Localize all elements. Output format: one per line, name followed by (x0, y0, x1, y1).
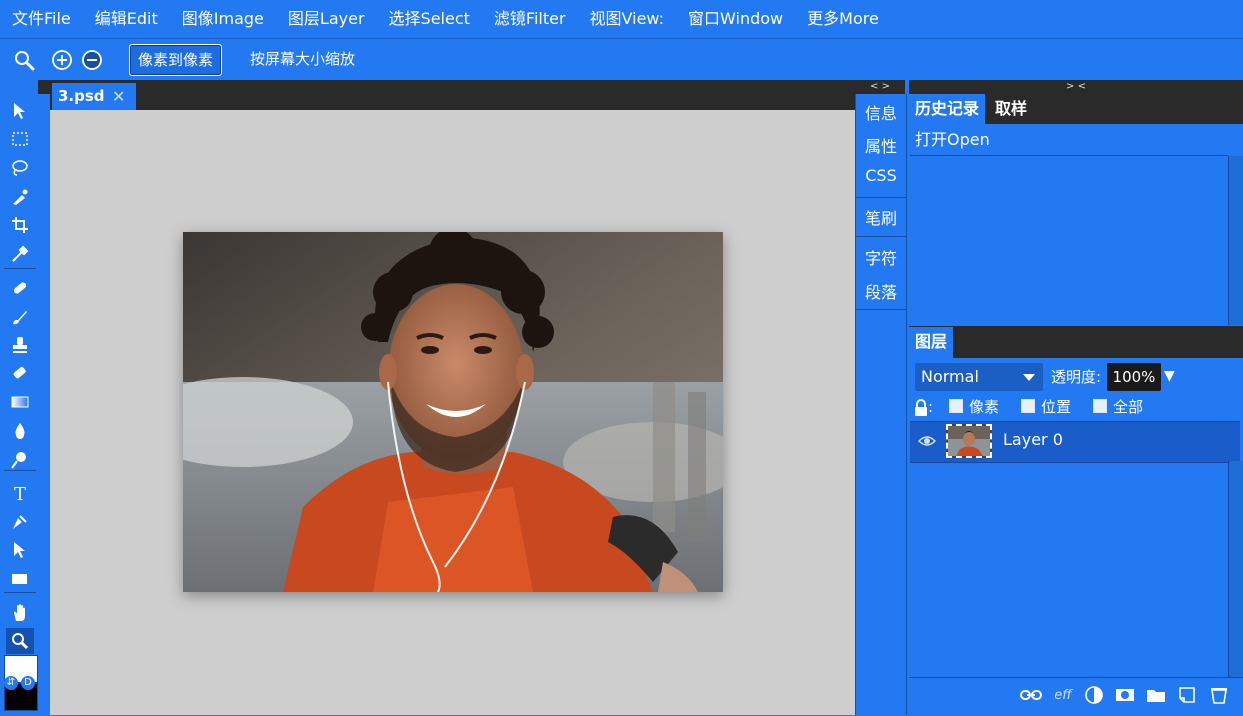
search-icon (15, 51, 35, 71)
middle-panel-toggle[interactable]: < > (855, 80, 905, 94)
document-tab-bar (50, 80, 855, 110)
lock-position-checkbox[interactable]: 位置 (1021, 396, 1071, 418)
menu-filter[interactable]: 滤镜Filter (482, 0, 578, 38)
trash-icon[interactable] (1208, 685, 1230, 705)
stamp-icon[interactable] (6, 332, 34, 358)
layer-thumbnail-image (948, 426, 990, 456)
zoom-in-icon[interactable] (51, 49, 73, 71)
divider (856, 309, 906, 310)
toolbar-divider (4, 470, 36, 471)
move-icon[interactable] (6, 98, 34, 124)
toolbar-divider (4, 268, 36, 269)
paragraph-panel-button[interactable]: 段落 (856, 279, 906, 303)
close-icon[interactable]: ✕ (112, 83, 125, 110)
blur-icon[interactable] (6, 418, 34, 444)
lock-icon (915, 398, 927, 416)
layer-mask-icon[interactable] (1114, 685, 1136, 705)
history-scrollbar[interactable] (1228, 156, 1243, 325)
adjustment-layer-icon[interactable] (1083, 685, 1105, 705)
tab-history[interactable]: 历史记录 (909, 94, 986, 124)
canvas-image[interactable] (183, 232, 723, 592)
layers-tab-bar: 图层 (909, 326, 1243, 358)
lock-label: : (928, 398, 934, 416)
menu-more[interactable]: 更多More (795, 0, 891, 38)
right-panel-toggle[interactable]: > < (909, 80, 1243, 94)
path-select-icon[interactable] (6, 537, 34, 563)
menu-window[interactable]: 窗口Window (676, 0, 795, 38)
zoom-out-icon[interactable] (81, 49, 103, 71)
eraser-icon[interactable] (6, 360, 34, 386)
pixel-to-pixel-button[interactable]: 像素到像素 (129, 44, 223, 76)
layer-thumbnail[interactable] (946, 424, 992, 458)
quick-select-icon[interactable] (6, 184, 34, 210)
brush-icon[interactable] (6, 304, 34, 330)
menu-select[interactable]: 选择Select (377, 0, 482, 38)
menu-file[interactable]: 文件File (0, 0, 83, 38)
brush-panel-button[interactable]: 笔刷 (856, 205, 906, 229)
blend-mode-value: Normal (921, 367, 979, 386)
properties-panel-button[interactable]: 属性 (856, 133, 906, 157)
css-panel-button[interactable]: CSS (856, 166, 906, 185)
crop-icon[interactable] (6, 212, 34, 238)
svg-text:T: T (14, 484, 26, 503)
marquee-icon[interactable] (6, 126, 34, 152)
opacity-dropdown-icon[interactable]: ▼ (1164, 368, 1175, 384)
menu-view[interactable]: 视图View: (578, 0, 677, 38)
lock-all-checkbox[interactable]: 全部 (1093, 396, 1143, 418)
chevron-down-icon (1023, 374, 1035, 381)
middle-panel-strip (855, 94, 907, 715)
lock-all-label: 全部 (1113, 398, 1144, 416)
lock-row: : (914, 396, 933, 418)
healing-icon[interactable] (6, 275, 34, 301)
lock-position-label: 位置 (1041, 398, 1072, 416)
swap-colors-icon[interactable]: ⇵ (4, 676, 18, 690)
eyedropper-icon[interactable] (6, 241, 34, 267)
folder-icon[interactable] (1145, 685, 1167, 705)
info-panel-button[interactable]: 信息 (856, 100, 906, 124)
divider (856, 236, 906, 237)
menu-edit[interactable]: 编辑Edit (83, 0, 170, 38)
document-tab-name: 3.psd (58, 87, 105, 105)
lock-pixels-checkbox[interactable]: 像素 (949, 396, 999, 418)
character-panel-button[interactable]: 字符 (856, 245, 906, 269)
layer-name[interactable]: Layer 0 (1003, 430, 1063, 449)
divider (856, 197, 906, 198)
text-icon[interactable]: T (6, 480, 34, 506)
tab-samples[interactable]: 取样 (989, 94, 1033, 124)
menu-layer[interactable]: 图层Layer (276, 0, 377, 38)
default-colors-icon[interactable]: D (21, 676, 35, 690)
zoom-icon[interactable] (6, 628, 34, 654)
menu-bar: 文件File 编辑Edit 图像Image 图层Layer 选择Select 滤… (0, 0, 1243, 39)
document-tab[interactable]: 3.psd ✕ (52, 83, 136, 110)
menu-image[interactable]: 图像Image (170, 0, 276, 38)
fx-icon[interactable]: eff (1052, 685, 1074, 705)
opacity-label: 透明度: (1051, 368, 1102, 386)
link-layers-icon[interactable] (1020, 685, 1042, 705)
eye-icon[interactable] (918, 434, 936, 448)
history-item[interactable]: 打开Open (910, 126, 1228, 156)
shape-icon[interactable] (6, 566, 34, 592)
lasso-icon[interactable] (6, 155, 34, 181)
tool-options-bar: 像素到像素 按屏幕大小缩放 (0, 39, 1243, 79)
blend-mode-select[interactable]: Normal (915, 363, 1043, 391)
gradient-icon[interactable] (6, 389, 34, 415)
new-layer-icon[interactable] (1176, 685, 1198, 705)
toolbar-divider (4, 592, 36, 593)
pen-icon[interactable] (6, 509, 34, 535)
opacity-input[interactable]: 100% (1107, 363, 1161, 391)
lock-pixels-label: 像素 (969, 398, 1000, 416)
portrait-photo (183, 232, 723, 592)
fit-screen-button[interactable]: 按屏幕大小缩放 (242, 44, 363, 74)
tab-layers[interactable]: 图层 (909, 327, 954, 358)
history-tab-bar: 历史记录 取样 (909, 94, 1243, 124)
layers-scrollbar[interactable] (1228, 461, 1243, 677)
hand-icon[interactable] (6, 600, 34, 626)
